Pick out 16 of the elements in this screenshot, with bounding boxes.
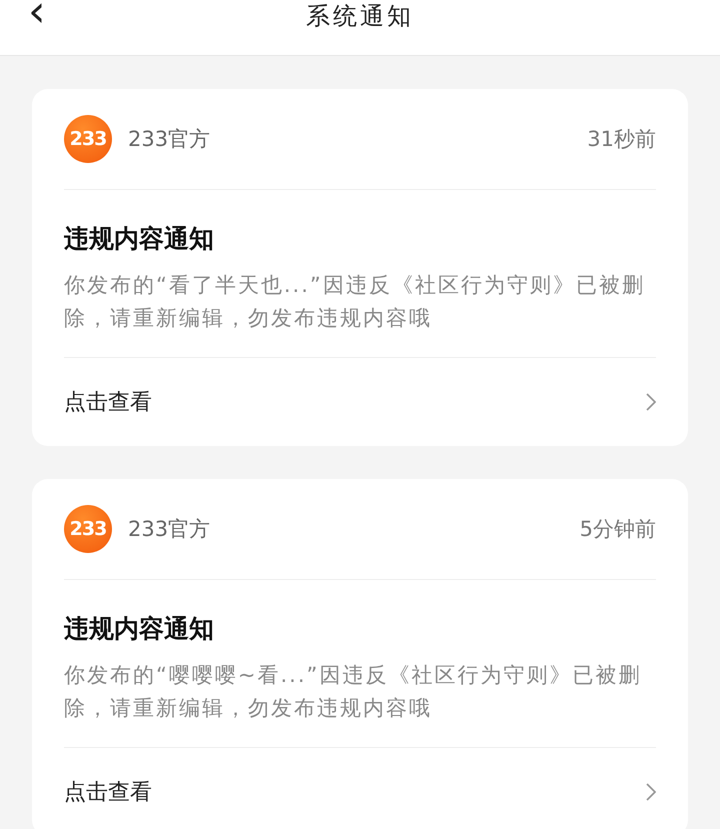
- back-button[interactable]: ‹: [28, 0, 46, 34]
- chevron-icon: [646, 783, 656, 801]
- timestamp: 31秒前: [587, 126, 656, 153]
- notice-title: 违规内容通知: [64, 223, 215, 255]
- view-link[interactable]: 点击查看: [64, 358, 656, 446]
- notice-title: 违规内容通知: [64, 613, 215, 645]
- notice-body: 你发布的“看了半天也...”因违反《社区行为守则》已被删除，请重新编辑，勿发布违规内容哦: [64, 272, 646, 332]
- logo-icon: 233: [64, 115, 112, 163]
- logo-icon: 233: [64, 505, 112, 553]
- sender-name: 233官方: [128, 126, 212, 153]
- view-link[interactable]: 点击查看: [64, 748, 656, 829]
- notice-body: 你发布的“嘤嘤嘤~看...”因违反《社区行为守则》已被删除，请重新编辑，勿发布违规内容哦: [64, 662, 642, 722]
- sender-name: 233官方: [128, 516, 212, 543]
- page-title: 系统通知: [306, 2, 414, 31]
- timestamp: 5分钟前: [580, 516, 656, 543]
- chevron-icon: [646, 393, 656, 411]
